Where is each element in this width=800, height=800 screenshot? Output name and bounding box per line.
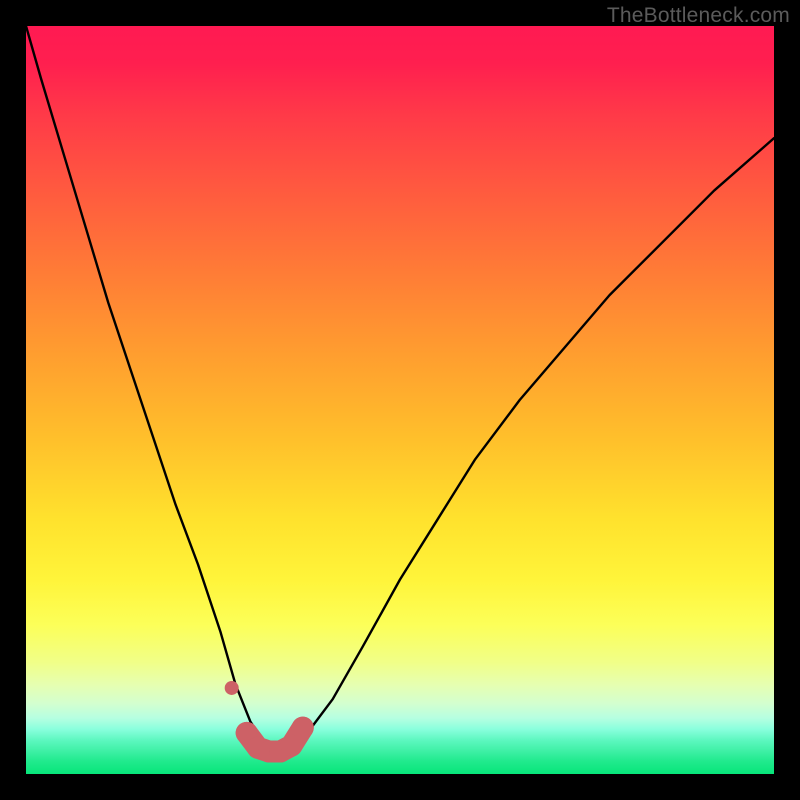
chart-frame: TheBottleneck.com (0, 0, 800, 800)
watermark-text: TheBottleneck.com (607, 4, 790, 28)
plot-area (26, 26, 774, 774)
optimal-marker-dot (292, 717, 314, 739)
bottleneck-curve (26, 26, 774, 752)
chart-svg (26, 26, 774, 774)
optimal-marker-dot (225, 681, 239, 695)
